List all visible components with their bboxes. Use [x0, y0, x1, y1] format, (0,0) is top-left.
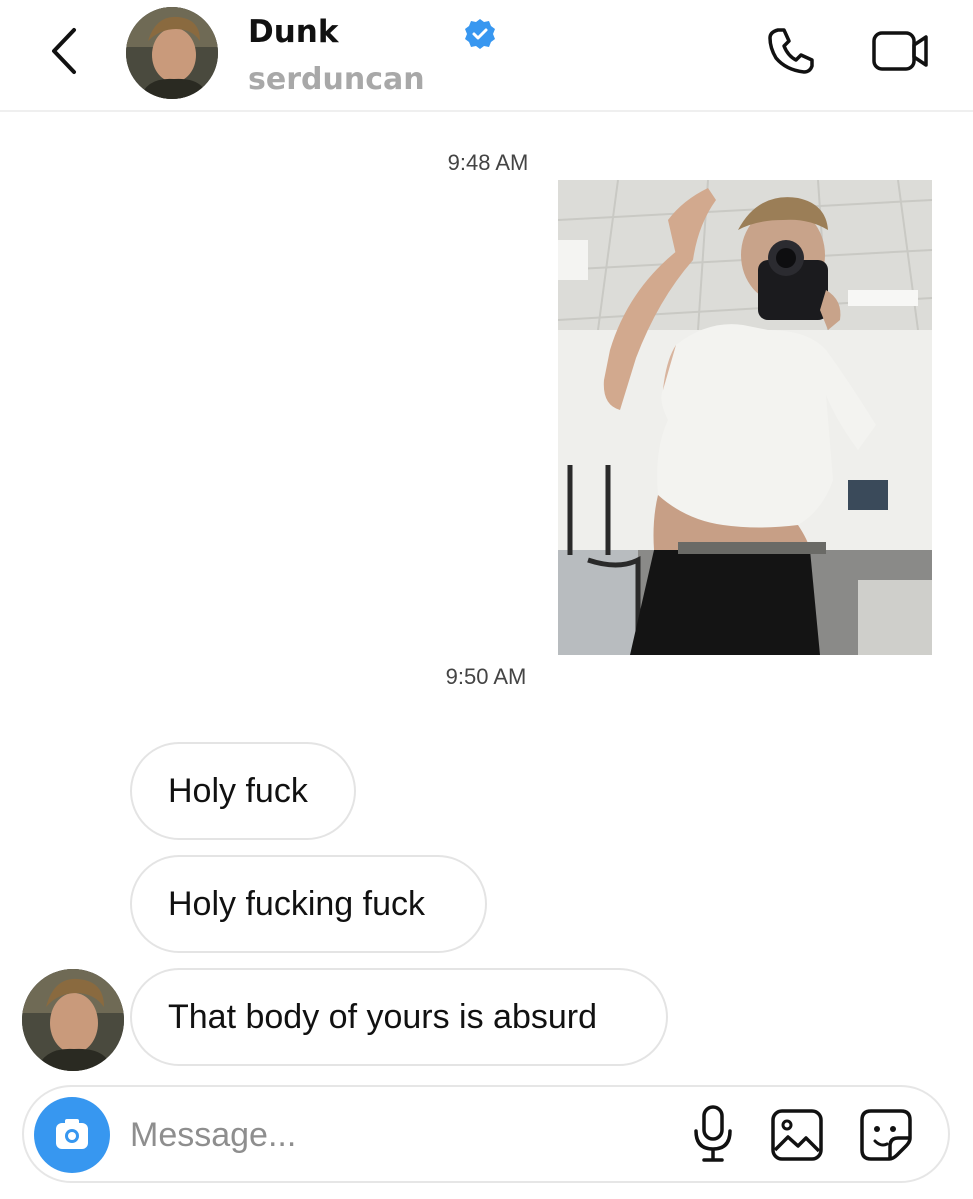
- contact-username[interactable]: serduncan: [248, 62, 425, 97]
- sticker-icon: [860, 1109, 912, 1161]
- voice-message-button[interactable]: [690, 1103, 736, 1165]
- received-message-bubble[interactable]: Holy fuck: [130, 742, 356, 840]
- verified-badge-icon: [463, 17, 497, 51]
- sticker-button[interactable]: [857, 1106, 915, 1164]
- direct-message-screen: Dunk serduncan 9:48 AM 9:50 AM Holy fuck…: [0, 0, 973, 1199]
- gallery-button[interactable]: [768, 1106, 826, 1164]
- message-timestamp: 9:48 AM: [447, 150, 529, 175]
- message-input[interactable]: [130, 1112, 660, 1158]
- received-message-bubble[interactable]: That body of yours is absurd: [130, 968, 668, 1066]
- sender-avatar[interactable]: [22, 969, 124, 1071]
- camera-button[interactable]: [34, 1097, 110, 1173]
- contact-avatar[interactable]: [126, 7, 218, 99]
- contact-name[interactable]: Dunk: [248, 14, 339, 50]
- sent-photo[interactable]: [558, 180, 932, 655]
- chevron-left-icon: [52, 28, 76, 74]
- message-timestamp: 9:50 AM: [445, 664, 527, 689]
- microphone-icon: [694, 1105, 732, 1162]
- voice-call-button[interactable]: [764, 24, 818, 78]
- camera-icon: [56, 1119, 88, 1149]
- chat-header: Dunk serduncan: [0, 0, 973, 112]
- back-button[interactable]: [42, 24, 86, 78]
- phone-icon: [768, 28, 814, 74]
- gallery-icon: [771, 1109, 823, 1161]
- video-camera-icon: [872, 31, 928, 71]
- received-message-bubble[interactable]: Holy fucking fuck: [130, 855, 487, 953]
- video-call-button[interactable]: [870, 24, 932, 78]
